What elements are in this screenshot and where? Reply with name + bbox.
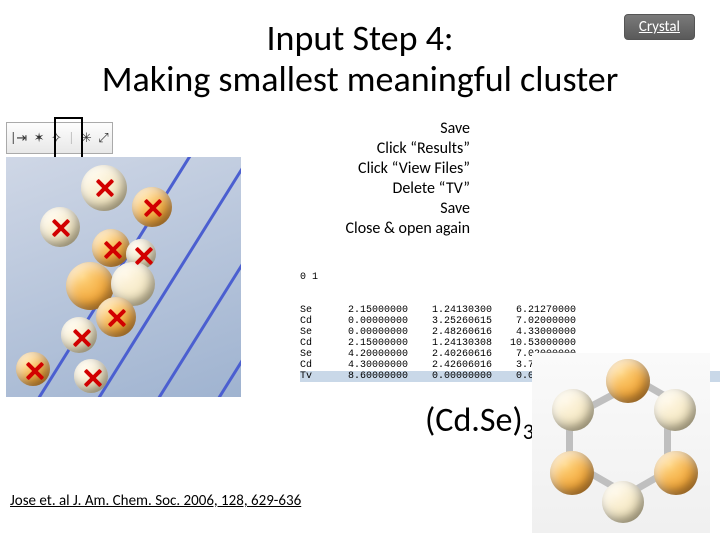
atom-se	[92, 229, 130, 267]
atom-cd	[74, 359, 108, 393]
coord-row: Se 2.15000000 1.24130300 6.21270000	[300, 305, 720, 316]
toolbar-icon[interactable]: |⇥	[8, 131, 29, 146]
atom-cd	[654, 389, 696, 431]
toolbar-icon[interactable]: ✧	[49, 131, 64, 146]
atom-cd	[40, 207, 80, 247]
delete-atom-icon[interactable]: ✶	[32, 131, 47, 146]
coord-row: Cd 0.00000000 3.25260615 7.02000000	[300, 316, 720, 327]
instruction-steps: Save Click “Results” Click “View Files” …	[346, 119, 470, 239]
atom-se	[550, 451, 594, 495]
editor-toolbar: |⇥ ✶ ✧ | ✳ ⤢	[6, 122, 113, 154]
instruction-line: Save	[346, 119, 470, 139]
instruction-line: Close & open again	[346, 219, 470, 239]
instruction-line: Click “View Files”	[346, 159, 470, 179]
coord-row: Se 0.00000000 2.48260616 4.33000000	[300, 327, 720, 338]
instruction-line: Delete “TV”	[346, 179, 470, 199]
atom-cd	[61, 317, 97, 353]
coord-row: Cd 2.15000000 1.24130308 10.53000000	[300, 338, 720, 349]
citation: Jose et. al J. Am. Chem. Soc. 2006, 128,…	[10, 492, 301, 510]
title-line1: Input Step 4:	[266, 16, 453, 60]
molecular-editor-figure: |⇥ ✶ ✧ | ✳ ⤢	[6, 122, 241, 394]
atom-se	[16, 352, 50, 386]
coord-header: 0 1	[300, 272, 720, 283]
title-line2: Making smallest meaningful cluster	[102, 57, 619, 101]
toolbar-icon[interactable]: ⤢	[96, 131, 110, 146]
atom-se	[96, 297, 136, 337]
atom-se	[606, 359, 650, 403]
crystal-view	[6, 157, 241, 397]
atom-se	[132, 187, 172, 227]
atom-cd	[602, 481, 644, 523]
toolbar-icon[interactable]: ✳	[79, 131, 94, 146]
atom-cd	[552, 389, 594, 431]
formula-base: (Cd.Se)	[425, 400, 523, 441]
atom-se	[654, 451, 698, 495]
instruction-line: Click “Results”	[346, 139, 470, 159]
instruction-line: Save	[346, 199, 470, 219]
chemical-formula: (Cd.Se)3	[425, 400, 534, 445]
slide-title: Input Step 4: Making smallest meaningful…	[0, 18, 720, 101]
result-cluster-figure	[532, 353, 710, 533]
atom-cd	[81, 165, 127, 211]
